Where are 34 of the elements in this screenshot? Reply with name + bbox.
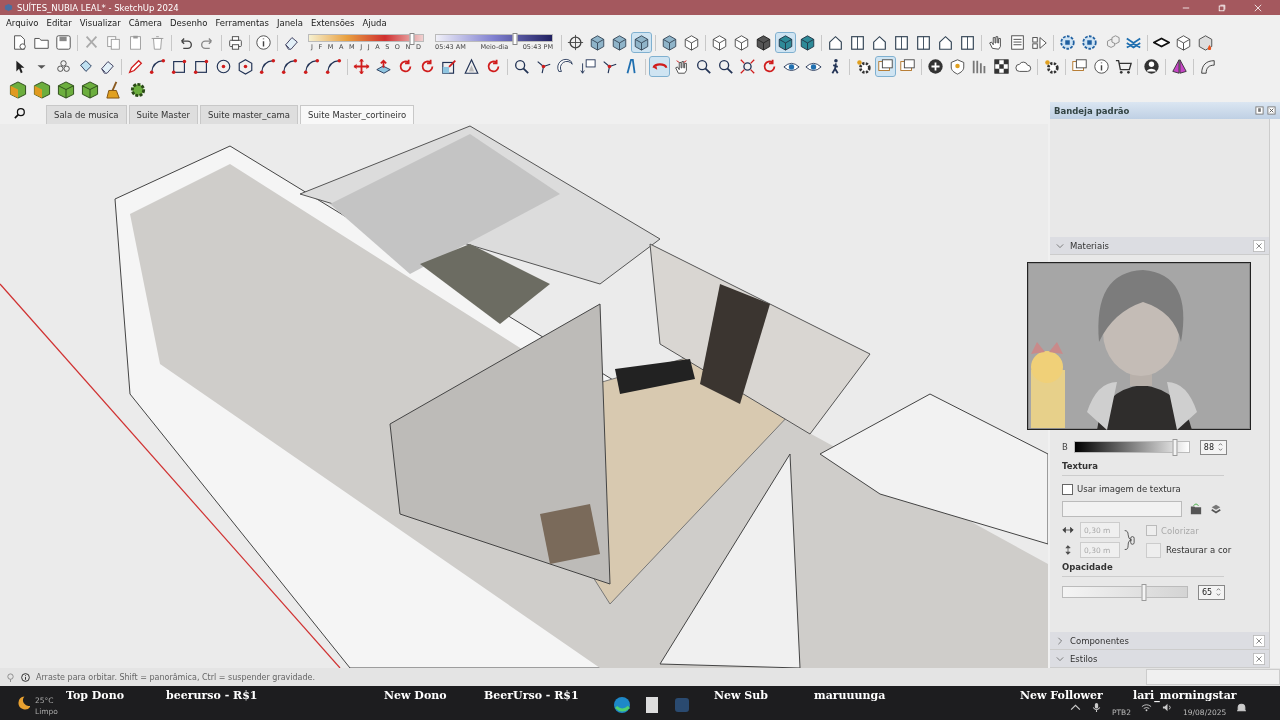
panel-title[interactable]: Estilos [1070,653,1098,664]
panel-title[interactable]: Materiais [1070,240,1109,251]
tray-title: Bandeja padrão [1054,105,1130,116]
ticker-label: Top Dono [66,688,125,702]
ticker-label: New Dono [384,688,448,702]
reset-color-label: Restaurar a cor [1166,545,1232,555]
window-title: SUÍTES_NUBIA LEAL* - SketchUp 2024 [17,2,179,13]
menu-item[interactable]: Ajuda [362,17,387,28]
texture-checkbox[interactable]: Usar imagem de textura [1062,481,1257,497]
scene-tab[interactable]: Suite Master [128,105,198,124]
scene-tab[interactable]: Suite master_cama [200,105,298,124]
ticker-label: New Sub [714,688,769,702]
menu-item[interactable]: Câmera [128,17,162,28]
ticker-value: maruuunga [814,688,886,702]
ticker-label: New Follower [1020,688,1104,702]
menu-item[interactable]: Janela [277,17,303,28]
scene-tab[interactable]: Sala de musica [46,105,127,124]
ticker-value: beerurso - R$1 [166,688,258,702]
opacity-spinbox[interactable]: 65 [1198,584,1226,600]
section-heading: Textura [1062,461,1099,471]
menu-item[interactable]: Desenho [170,17,208,28]
ticker-value: BeerUrso - R$1 [484,688,579,702]
section-heading: Opacidade [1062,562,1114,572]
status-hint: Arraste para orbitar. Shift = panorâmica, Ctrl = suspender gravidade. [36,672,316,682]
ticker-value: lari_morningstar [1133,688,1237,702]
menu-item[interactable]: Ferramentas [215,17,269,28]
brightness-spinbox[interactable]: 88 [1199,439,1228,455]
scene-tab[interactable]: Suite Master_cortineiro [300,105,415,124]
menu-item[interactable]: Visualizar [79,17,121,28]
brightness-label: B [1062,442,1068,452]
panel-title[interactable]: Componentes [1070,635,1129,646]
menu-item[interactable]: Editar [46,17,72,28]
menu-item[interactable]: Arquivo [6,17,39,28]
menu-item[interactable]: Extensões [310,17,355,28]
